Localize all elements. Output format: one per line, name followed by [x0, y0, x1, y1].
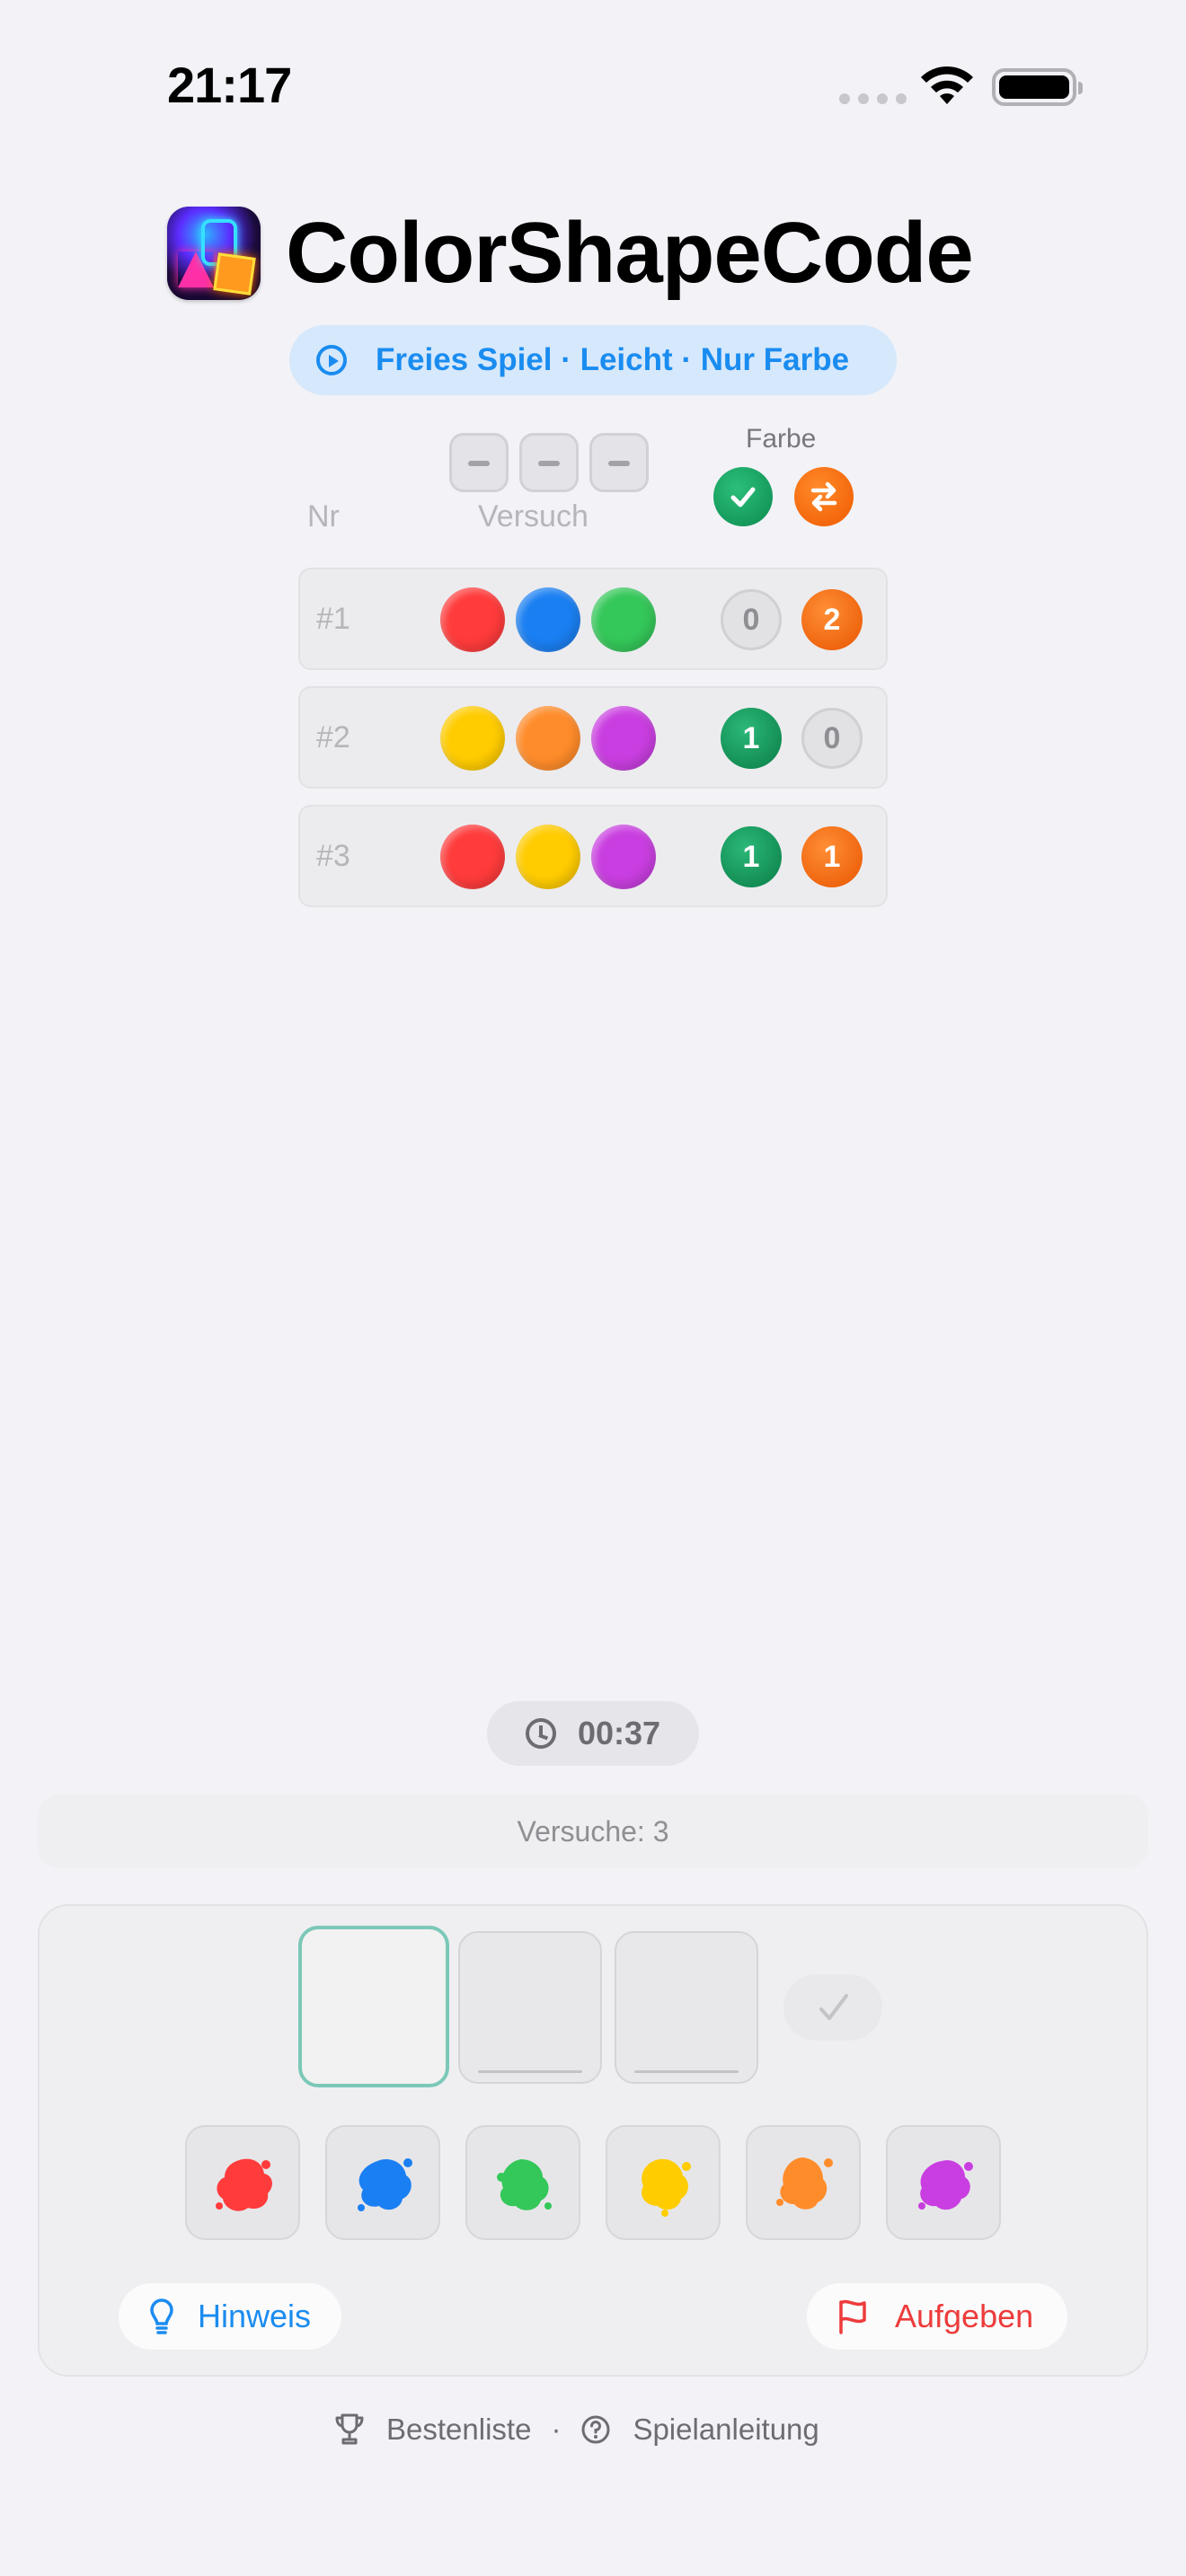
timer-pill: 00:37 — [487, 1701, 699, 1766]
peg-purple — [591, 706, 656, 771]
give-up-button[interactable]: Aufgeben — [807, 2283, 1067, 2350]
guess-row: #1 0 2 — [298, 568, 888, 670]
secret-slot-placeholder — [449, 433, 509, 492]
wrong-position-legend-icon — [794, 467, 854, 526]
color-button-green[interactable] — [465, 2125, 580, 2240]
guess-number: #2 — [316, 720, 350, 754]
paint-blob-icon — [497, 2159, 552, 2210]
column-header-nr: Nr — [307, 499, 340, 534]
correct-count-badge: 0 — [721, 589, 782, 650]
hint-label: Hinweis — [198, 2298, 312, 2334]
game-mode-label: Freies Spiel · Leicht · Nur Farbe — [376, 342, 850, 377]
paint-blob-icon — [641, 2158, 691, 2217]
game-mode-pill[interactable]: Freies Spiel · Leicht · Nur Farbe — [289, 325, 897, 395]
status-time: 21:17 — [167, 57, 292, 113]
correct-position-legend-icon — [713, 467, 773, 526]
misplaced-count-badge: 2 — [801, 589, 863, 650]
question-circle-icon — [581, 2415, 610, 2444]
column-header-versuch: Versuch — [478, 499, 589, 534]
guess-number: #1 — [316, 602, 350, 636]
paint-blob-icon — [358, 2158, 412, 2211]
guess-row: #2 1 0 — [298, 686, 888, 789]
attempts-counter: Versuche: 3 — [38, 1795, 1148, 1868]
wifi-icon — [918, 65, 976, 108]
peg-blue — [516, 587, 580, 652]
secret-slot-placeholder — [589, 433, 649, 492]
peg-red — [440, 587, 505, 652]
submit-guess-button[interactable] — [783, 1974, 882, 2041]
lightbulb-icon — [150, 2298, 173, 2334]
peg-red — [440, 825, 505, 889]
leaderboard-link[interactable]: Bestenliste — [386, 2413, 531, 2447]
color-button-blue[interactable] — [325, 2125, 440, 2240]
clock-icon — [525, 1718, 556, 1749]
app-title: ColorShapeCode — [286, 205, 974, 301]
battery-icon — [992, 68, 1083, 106]
column-header-farbe: Farbe — [746, 424, 817, 454]
footer-links: Bestenliste · Spielanleitung — [334, 2413, 819, 2447]
guess-row: #3 1 1 — [298, 805, 888, 907]
paint-blob-icon — [216, 2158, 272, 2211]
cellular-signal-icon — [839, 93, 907, 104]
color-button-yellow[interactable] — [606, 2125, 721, 2240]
give-up-label: Aufgeben — [895, 2298, 1034, 2334]
app-logo-icon — [167, 207, 261, 300]
trophy-icon — [335, 2413, 364, 2445]
correct-count-badge: 1 — [721, 826, 782, 887]
footer-separator: · — [551, 2413, 562, 2446]
paint-blob-icon — [918, 2160, 973, 2210]
peg-green — [591, 587, 656, 652]
misplaced-count-badge: 0 — [801, 708, 863, 769]
input-slot-active[interactable] — [298, 1926, 449, 2087]
hint-button[interactable]: Hinweis — [119, 2283, 341, 2350]
color-button-red[interactable] — [185, 2125, 300, 2240]
peg-orange — [516, 706, 580, 771]
paint-blob-icon — [776, 2157, 833, 2210]
input-slot[interactable] — [458, 1931, 602, 2084]
input-slot[interactable] — [615, 1931, 758, 2084]
peg-yellow — [516, 825, 580, 889]
flag-icon — [839, 2299, 866, 2334]
correct-count-badge: 1 — [721, 708, 782, 769]
color-button-purple[interactable] — [886, 2125, 1001, 2240]
secret-slot-placeholder — [519, 433, 579, 492]
play-circle-icon — [316, 345, 347, 375]
color-button-orange[interactable] — [746, 2125, 861, 2240]
timer-value: 00:37 — [577, 1715, 661, 1751]
guess-number: #3 — [316, 839, 350, 873]
peg-purple — [591, 825, 656, 889]
misplaced-count-badge: 1 — [801, 826, 863, 887]
peg-yellow — [440, 706, 505, 771]
instructions-link[interactable]: Spielanleitung — [633, 2413, 819, 2447]
